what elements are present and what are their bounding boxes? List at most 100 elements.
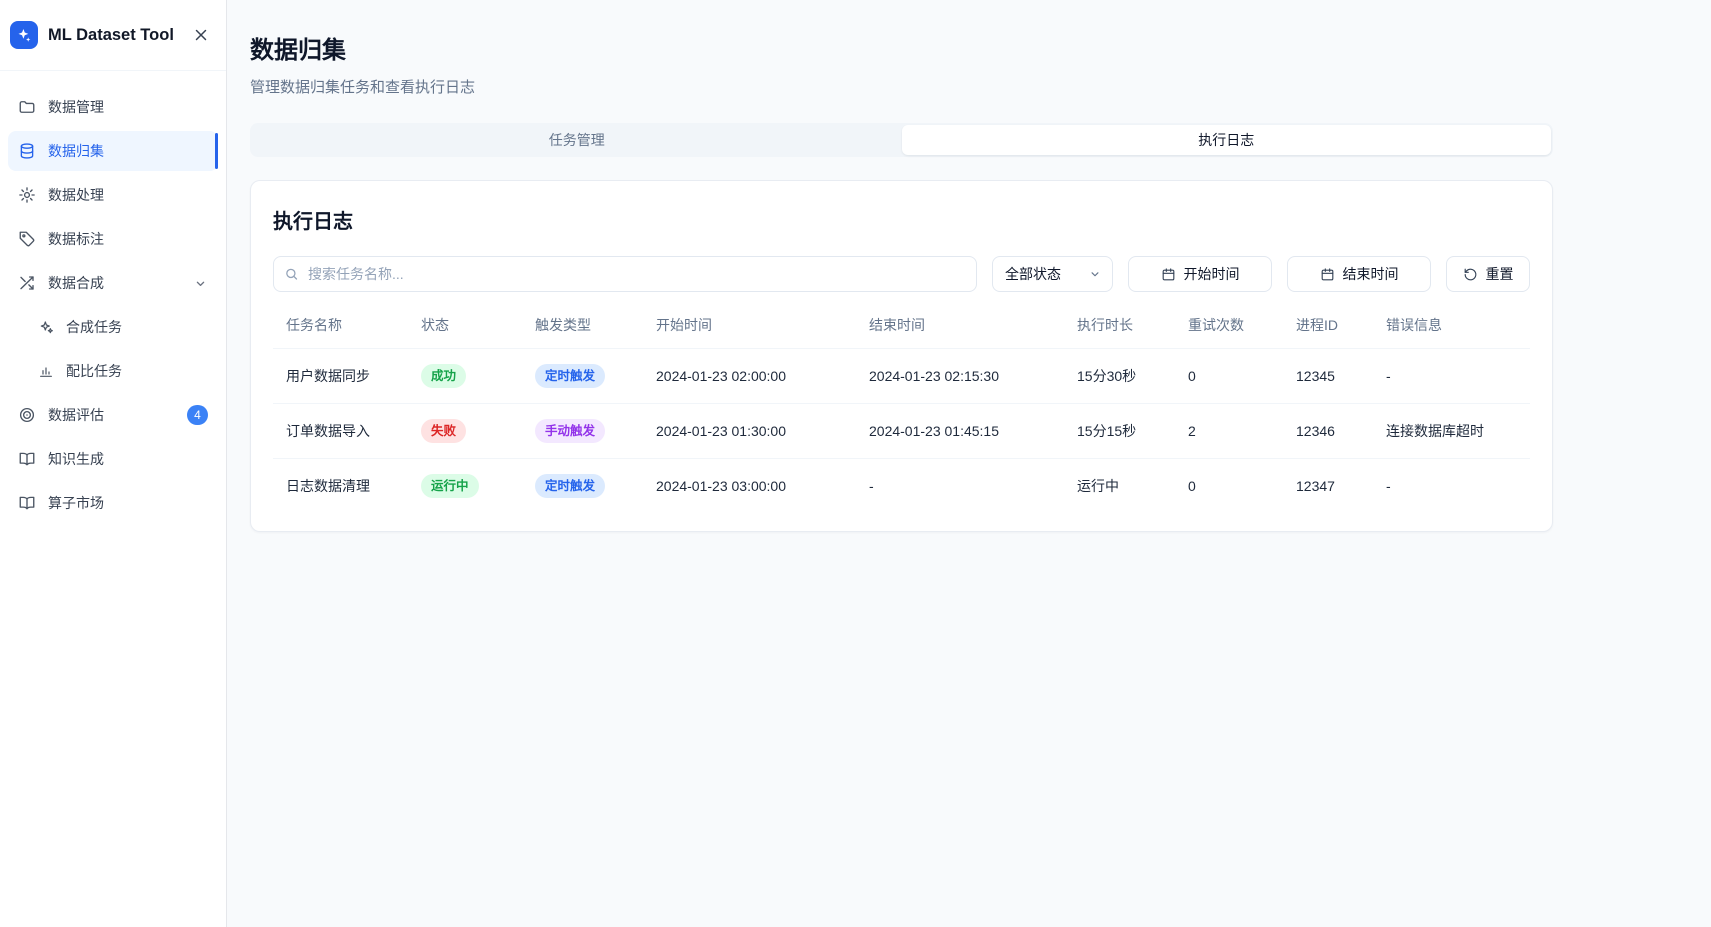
search-input[interactable] [273, 256, 977, 292]
start-time-cell: 2024-01-23 02:00:00 [648, 349, 861, 404]
status-cell: 运行中 [413, 459, 527, 514]
sidebar-item-data-annotation[interactable]: 数据标注 [8, 219, 218, 259]
sparkles-icon [38, 319, 54, 335]
column-header: 开始时间 [648, 302, 861, 349]
trigger-type-badge: 定时触发 [535, 364, 605, 388]
table-body: 用户数据同步成功定时触发2024-01-23 02:00:002024-01-2… [273, 349, 1530, 514]
end-time-cell: - [861, 459, 1069, 514]
sidebar-header: ML Dataset Tool [0, 0, 226, 71]
app-title: ML Dataset Tool [48, 26, 180, 45]
reset-button[interactable]: 重置 [1446, 256, 1530, 292]
duration-cell: 运行中 [1069, 459, 1180, 514]
book-open-icon [18, 494, 36, 512]
sidebar-item-label: 配比任务 [66, 361, 122, 381]
page-title: 数据归集 [250, 30, 1553, 65]
end-time-label: 结束时间 [1343, 264, 1399, 284]
sidebar-item-label: 数据处理 [48, 185, 104, 205]
retry-count-cell: 0 [1180, 459, 1288, 514]
column-header: 状态 [413, 302, 527, 349]
sidebar-item-operator-market[interactable]: 算子市场 [8, 483, 218, 523]
sidebar-item-data-processing[interactable]: 数据处理 [8, 175, 218, 215]
end-time-button[interactable]: 结束时间 [1287, 256, 1431, 292]
bar-chart-icon [38, 363, 54, 379]
sidebar-item-label: 数据评估 [48, 405, 104, 425]
close-icon [192, 26, 210, 44]
process-id-cell: 12347 [1288, 459, 1378, 514]
duration-cell: 15分15秒 [1069, 404, 1180, 459]
folder-icon [18, 98, 36, 116]
process-id-cell: 12345 [1288, 349, 1378, 404]
status-badge: 失败 [421, 419, 466, 443]
column-header: 错误信息 [1378, 302, 1530, 349]
task-name-cell: 订单数据导入 [273, 404, 413, 459]
tab-execution-logs[interactable]: 执行日志 [902, 125, 1552, 155]
reset-label: 重置 [1486, 264, 1514, 284]
error-message-cell: 连接数据库超时 [1378, 404, 1530, 459]
tab-task-management[interactable]: 任务管理 [252, 125, 902, 155]
tag-icon [18, 230, 36, 248]
column-header: 触发类型 [527, 302, 648, 349]
chevron-down-icon [1088, 267, 1102, 281]
page-subtitle: 管理数据归集任务和查看执行日志 [250, 76, 1553, 97]
end-time-cell: 2024-01-23 02:15:30 [861, 349, 1069, 404]
search-box [273, 256, 977, 292]
error-message-cell: - [1378, 349, 1530, 404]
sidebar: ML Dataset Tool 数据管理数据归集数据处理数据标注数据合成合成任务… [0, 0, 227, 927]
trigger-type-badge: 手动触发 [535, 419, 605, 443]
column-header: 执行时长 [1069, 302, 1180, 349]
sidebar-item-label: 数据标注 [48, 229, 104, 249]
log-row: 日志数据清理运行中定时触发2024-01-23 03:00:00-运行中0123… [273, 459, 1530, 514]
trigger-type-badge: 定时触发 [535, 474, 605, 498]
column-header: 重试次数 [1180, 302, 1288, 349]
sidebar-item-label: 数据合成 [48, 273, 104, 293]
main-content: 数据归集 管理数据归集任务和查看执行日志 任务管理执行日志 执行日志 全部状态 [227, 0, 1711, 927]
app-root: ML Dataset Tool 数据管理数据归集数据处理数据标注数据合成合成任务… [0, 0, 1711, 927]
sidebar-item-data-synthesis[interactable]: 数据合成 [8, 263, 218, 303]
retry-count-cell: 2 [1180, 404, 1288, 459]
card-title: 执行日志 [273, 205, 1530, 234]
start-time-cell: 2024-01-23 03:00:00 [648, 459, 861, 514]
chevron-down-icon [193, 276, 208, 291]
sidebar-item-knowledge-generation[interactable]: 知识生成 [8, 439, 218, 479]
sidebar-close-button[interactable] [190, 24, 212, 46]
error-message-cell: - [1378, 459, 1530, 514]
sidebar-item-data-management[interactable]: 数据管理 [8, 87, 218, 127]
calendar-icon [1320, 267, 1335, 282]
sidebar-nav: 数据管理数据归集数据处理数据标注数据合成合成任务配比任务数据评估 4 知识生成算子市… [0, 71, 226, 543]
duration-cell: 15分30秒 [1069, 349, 1180, 404]
status-cell: 失败 [413, 404, 527, 459]
end-time-cell: 2024-01-23 01:45:15 [861, 404, 1069, 459]
start-time-cell: 2024-01-23 01:30:00 [648, 404, 861, 459]
content-container: 数据归集 管理数据归集任务和查看执行日志 任务管理执行日志 执行日志 全部状态 [250, 30, 1553, 532]
status-badge: 成功 [421, 364, 466, 388]
start-time-label: 开始时间 [1184, 264, 1240, 284]
start-time-button[interactable]: 开始时间 [1128, 256, 1272, 292]
execution-log-table: 任务名称状态触发类型开始时间结束时间执行时长重试次数进程ID错误信息 用户数据同… [273, 302, 1530, 513]
log-row: 用户数据同步成功 定时触发 2024-01-23 02:00:002024-01-2… [273, 349, 1530, 404]
filters-toolbar: 全部状态 开始时间 [273, 256, 1530, 292]
sidebar-item-ratio-task[interactable]: 配比任务 [8, 351, 218, 391]
trigger-cell: 定时触发 [527, 459, 648, 514]
target-icon [18, 406, 36, 424]
sidebar-item-label: 算子市场 [48, 493, 104, 513]
sidebar-item-label: 数据管理 [48, 97, 104, 117]
status-filter-value: 全部状态 [1005, 264, 1061, 284]
book-open-icon [18, 450, 36, 468]
notification-badge: 4 [187, 405, 208, 425]
sidebar-item-synthesis-task[interactable]: 合成任务 [8, 307, 218, 347]
trigger-cell: 定时触发 [527, 349, 648, 404]
database-icon [18, 142, 36, 160]
table-header: 任务名称状态触发类型开始时间结束时间执行时长重试次数进程ID错误信息 [273, 302, 1530, 349]
column-header: 结束时间 [861, 302, 1069, 349]
retry-count-cell: 0 [1180, 349, 1288, 404]
reset-icon [1463, 267, 1478, 282]
task-name-cell: 用户数据同步 [273, 349, 413, 404]
sidebar-item-data-evaluation[interactable]: 数据评估 4 [8, 395, 218, 435]
sidebar-item-data-collection[interactable]: 数据归集 [8, 131, 218, 171]
tab-bar: 任务管理执行日志 [250, 123, 1553, 157]
column-header: 任务名称 [273, 302, 413, 349]
column-header: 进程ID [1288, 302, 1378, 349]
status-filter-select[interactable]: 全部状态 [992, 256, 1113, 292]
app-logo-icon [10, 21, 38, 49]
status-cell: 成功 [413, 349, 527, 404]
